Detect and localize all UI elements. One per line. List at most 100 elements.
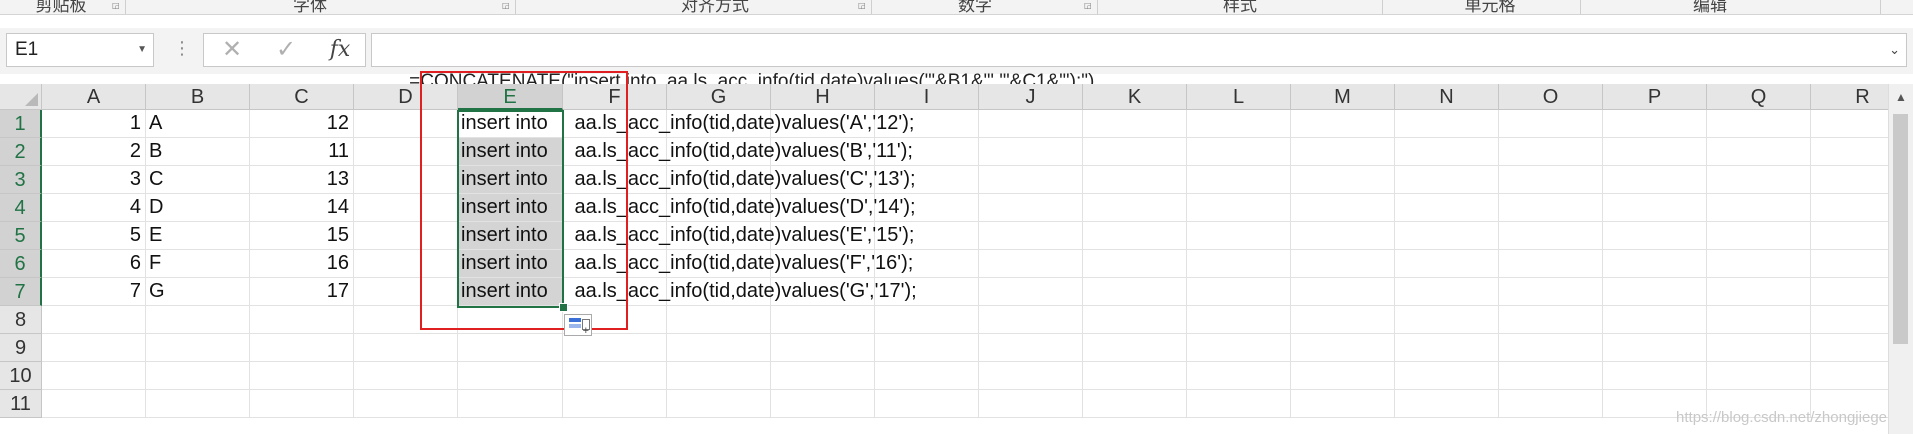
cell-n2[interactable] [1395,138,1499,166]
cell-d10[interactable] [354,362,458,390]
cell-j8[interactable] [979,306,1083,334]
cell-a2[interactable]: 2 [42,138,146,166]
cell-i11[interactable] [875,390,979,418]
cell-b1[interactable]: A [146,110,250,138]
cell-n8[interactable] [1395,306,1499,334]
cell-c8[interactable] [250,306,354,334]
column-header-j[interactable]: J [979,84,1083,110]
column-header-d[interactable]: D [354,84,458,110]
cell-q7[interactable] [1707,278,1811,306]
row-header-3[interactable]: 3 [0,166,42,194]
cell-n7[interactable] [1395,278,1499,306]
row-header-5[interactable]: 5 [0,222,42,250]
cell-o8[interactable] [1499,306,1603,334]
cell-l4[interactable] [1187,194,1291,222]
column-header-l[interactable]: L [1187,84,1291,110]
cell-j6[interactable] [979,250,1083,278]
cell-a4[interactable]: 4 [42,194,146,222]
column-header-a[interactable]: A [42,84,146,110]
cell-d4[interactable] [354,194,458,222]
cell-p9[interactable] [1603,334,1707,362]
quick-analysis-icon[interactable]: + [564,314,592,337]
row-header-9[interactable]: 9 [0,334,42,362]
cell-e8[interactable] [458,306,563,334]
insert-function-icon[interactable]: fx [320,34,360,66]
cell-h9[interactable] [771,334,875,362]
cell-i10[interactable] [875,362,979,390]
cell-p7[interactable] [1603,278,1707,306]
cell-o4[interactable] [1499,194,1603,222]
cell-d11[interactable] [354,390,458,418]
cell-l6[interactable] [1187,250,1291,278]
cell-k10[interactable] [1083,362,1187,390]
cell-l7[interactable] [1187,278,1291,306]
cell-e3[interactable]: insert into [458,166,563,194]
cell-j10[interactable] [979,362,1083,390]
cancel-icon[interactable]: ✕ [212,34,252,66]
row-header-7[interactable]: 7 [0,278,42,306]
cell-d9[interactable] [354,334,458,362]
cell-p2[interactable] [1603,138,1707,166]
cell-k9[interactable] [1083,334,1187,362]
cell-k3[interactable] [1083,166,1187,194]
cell-p3[interactable] [1603,166,1707,194]
cell-g11[interactable] [667,390,771,418]
cell-q3[interactable] [1707,166,1811,194]
cell-e6[interactable]: insert into [458,250,563,278]
cell-a8[interactable] [42,306,146,334]
cell-f11[interactable] [563,390,667,418]
cell-e7[interactable]: insert into [458,278,563,306]
cell-b6[interactable]: F [146,250,250,278]
cell-k1[interactable] [1083,110,1187,138]
enter-icon[interactable]: ✓ [266,34,306,66]
cell-a10[interactable] [42,362,146,390]
cell-l1[interactable] [1187,110,1291,138]
column-header-f[interactable]: F [563,84,667,110]
cell-h11[interactable] [771,390,875,418]
cell-k6[interactable] [1083,250,1187,278]
column-header-h[interactable]: H [771,84,875,110]
cell-c11[interactable] [250,390,354,418]
cell-c1[interactable]: 12 [250,110,354,138]
column-header-p[interactable]: P [1603,84,1707,110]
cell-b5[interactable]: E [146,222,250,250]
cell-e10[interactable] [458,362,563,390]
column-header-c[interactable]: C [250,84,354,110]
cell-c5[interactable]: 15 [250,222,354,250]
row-header-10[interactable]: 10 [0,362,42,390]
cell-d1[interactable] [354,110,458,138]
cell-p5[interactable] [1603,222,1707,250]
cell-l9[interactable] [1187,334,1291,362]
row-header-8[interactable]: 8 [0,306,42,334]
worksheet-grid[interactable]: ABCDEFGHIJKLMNOPQR 1 2 3 4 5 6 7 8 9 10 11 1 A 12 ins… [0,71,1913,434]
cell-q4[interactable] [1707,194,1811,222]
cell-m5[interactable] [1291,222,1395,250]
select-all-button[interactable] [0,84,42,110]
cell-b8[interactable] [146,306,250,334]
formula-input[interactable]: =CONCATENATE("insert into aa.ls_acc_info… [371,33,1907,92]
chevron-down-icon[interactable]: ▼ [137,34,147,66]
column-header-q[interactable]: Q [1707,84,1811,110]
cell-d7[interactable] [354,278,458,306]
expand-formula-bar-icon[interactable]: ⌄ [1889,34,1900,66]
cell-l5[interactable] [1187,222,1291,250]
cell-p10[interactable] [1603,362,1707,390]
cell-j7[interactable] [979,278,1083,306]
dialog-launcher-icon[interactable]: ◲ [1084,1,1093,10]
cell-a9[interactable] [42,334,146,362]
cell-c3[interactable]: 13 [250,166,354,194]
row-header-1[interactable]: 1 [0,110,42,138]
cell-m1[interactable] [1291,110,1395,138]
cell-j5[interactable] [979,222,1083,250]
cell-q1[interactable] [1707,110,1811,138]
cell-q5[interactable] [1707,222,1811,250]
cell-o1[interactable] [1499,110,1603,138]
cell-n6[interactable] [1395,250,1499,278]
cell-o5[interactable] [1499,222,1603,250]
cell-e1[interactable]: insert into [458,110,563,138]
column-header-m[interactable]: M [1291,84,1395,110]
scrollbar-thumb[interactable] [1893,114,1908,344]
cell-n10[interactable] [1395,362,1499,390]
cell-p6[interactable] [1603,250,1707,278]
cell-b4[interactable]: D [146,194,250,222]
